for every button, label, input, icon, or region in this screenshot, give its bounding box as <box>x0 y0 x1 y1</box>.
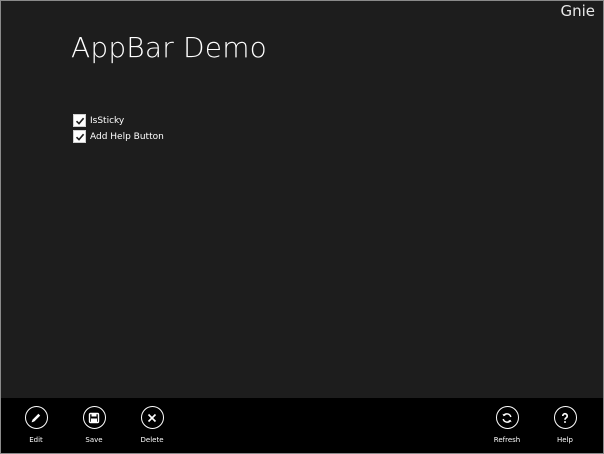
floppy-disk-icon <box>82 406 106 429</box>
add-help-button-option[interactable]: Add Help Button <box>73 129 164 144</box>
page-title: AppBar Demo <box>71 31 267 64</box>
user-name: Gnie <box>560 2 595 20</box>
edit-label: Edit <box>29 436 43 444</box>
save-button[interactable]: Save <box>74 406 114 444</box>
cross-icon <box>140 406 164 429</box>
help-button[interactable]: Help <box>545 406 585 444</box>
save-label: Save <box>85 436 103 444</box>
app-bar: Edit Save Delete Refresh Help <box>1 398 603 453</box>
pencil-icon <box>24 406 48 429</box>
checkmark-icon <box>75 133 84 141</box>
refresh-label: Refresh <box>493 436 521 444</box>
checkmark-icon <box>75 117 84 125</box>
issticky-option[interactable]: IsSticky <box>73 113 164 128</box>
delete-button[interactable]: Delete <box>132 406 172 444</box>
issticky-checkbox[interactable] <box>73 114 86 127</box>
app-window: Gnie AppBar Demo IsSticky Add Help Butto… <box>0 0 604 454</box>
help-label: Help <box>557 436 573 444</box>
options-panel: IsSticky Add Help Button <box>73 113 164 145</box>
question-mark-icon <box>553 406 577 429</box>
issticky-label: IsSticky <box>90 115 125 126</box>
refresh-icon <box>495 406 519 429</box>
refresh-button[interactable]: Refresh <box>487 406 527 444</box>
add-help-button-checkbox[interactable] <box>73 130 86 143</box>
delete-label: Delete <box>140 436 164 444</box>
add-help-button-label: Add Help Button <box>90 131 164 142</box>
edit-button[interactable]: Edit <box>16 406 56 444</box>
